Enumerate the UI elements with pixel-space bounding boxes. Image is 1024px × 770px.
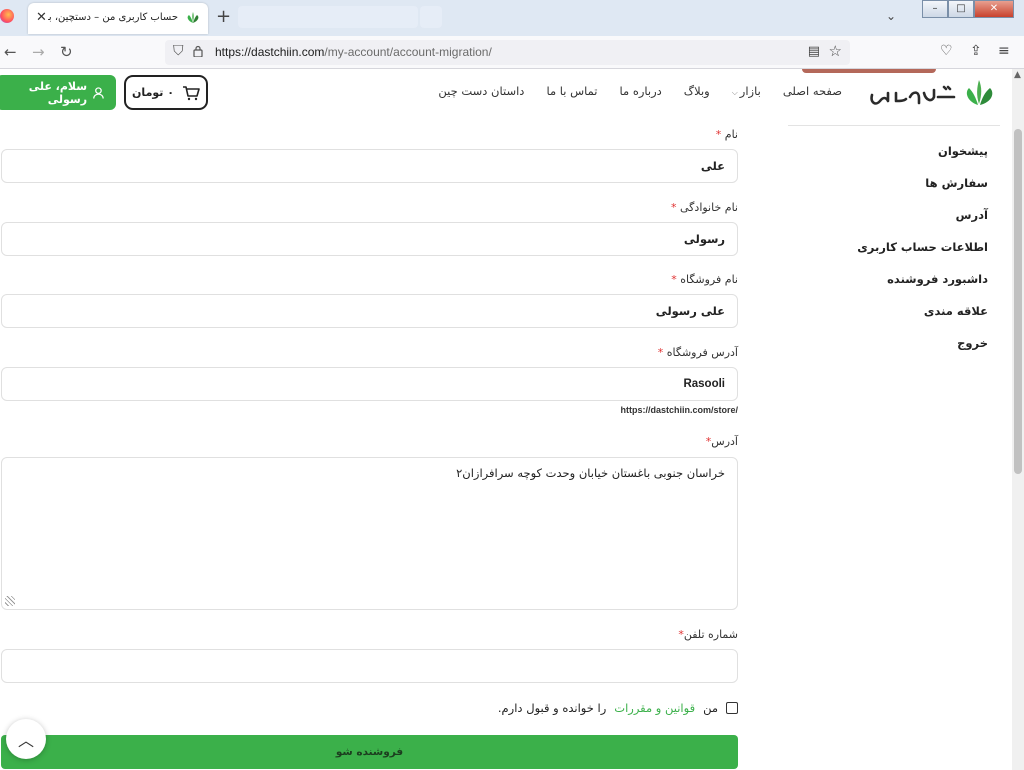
terms-suffix: را خوانده و قبول دارم. bbox=[497, 701, 607, 715]
firefox-icon bbox=[0, 9, 14, 23]
sidebar-item-address[interactable]: آدرس bbox=[788, 208, 1000, 240]
sidebar-divider bbox=[788, 125, 1000, 126]
browser-tab-active[interactable]: ✕ حساب کاربری من – دستچین، بازار bbox=[28, 3, 208, 34]
chevron-down-icon: ⌵ bbox=[731, 88, 738, 97]
first-name-label: نام * bbox=[715, 128, 738, 141]
menu-item-contact[interactable]: تماس با ما bbox=[546, 84, 597, 98]
last-name-label: نام خانوادگی * bbox=[671, 201, 738, 214]
pocket-icon[interactable]: ♡ bbox=[940, 43, 953, 59]
main-menu: صفحه اصلی بازار⌵ وبلاگ درباره ما تماس با… bbox=[438, 84, 842, 98]
bookmark-star-icon[interactable]: ☆ bbox=[829, 42, 842, 60]
first-name-input[interactable]: علی bbox=[1, 149, 738, 183]
background-tab[interactable] bbox=[238, 6, 418, 28]
minimize-icon[interactable]: – bbox=[922, 0, 948, 18]
phone-label: شماره تلفن* bbox=[678, 628, 738, 641]
shop-name-input[interactable]: علی رسولی bbox=[1, 294, 738, 328]
share-icon[interactable]: ⇪ bbox=[970, 43, 982, 59]
new-tab-button[interactable]: + bbox=[216, 6, 231, 27]
address-text: خراسان جنوبی باغستان خیابان وحدت کوچه سر… bbox=[456, 466, 725, 480]
close-tab-icon[interactable]: ✕ bbox=[36, 10, 47, 25]
background-tab[interactable] bbox=[420, 6, 442, 28]
menu-item-blog[interactable]: وبلاگ bbox=[684, 84, 710, 98]
forward-arrow-icon[interactable]: → bbox=[32, 43, 45, 61]
site-logo[interactable] bbox=[866, 75, 996, 113]
cart-icon bbox=[182, 85, 200, 100]
terms-prefix: من bbox=[703, 701, 718, 715]
window-controls: – □ ✕ bbox=[922, 0, 1014, 18]
site-favicon-icon bbox=[187, 12, 199, 23]
browser-nav-bar: ← → ↻ ⛉ https://dastchiin.com/my-account… bbox=[0, 36, 1024, 69]
sidebar-item-vendor-dashboard[interactable]: داشبورد فروشنده bbox=[788, 272, 1000, 304]
address-textarea[interactable]: خراسان جنوبی باغستان خیابان وحدت کوچه سر… bbox=[1, 457, 738, 610]
account-label: سلام، علی رسولی bbox=[28, 79, 88, 106]
web-page: سلام، علی رسولی ۰ تومان صفحه اصلی بازار⌵… bbox=[0, 69, 1012, 770]
menu-item-story[interactable]: داستان دست چین bbox=[438, 84, 524, 98]
page-scrollbar[interactable]: ▲ bbox=[1012, 69, 1024, 770]
sidebar-item-logout[interactable]: خروج bbox=[788, 336, 1000, 368]
app-menu-icon[interactable]: ≡ bbox=[998, 43, 1010, 59]
terms-row: من قوانین و مقررات را خوانده و قبول دارم… bbox=[498, 701, 738, 715]
become-vendor-button[interactable]: فروشنده شو bbox=[1, 735, 738, 769]
leaf-icon bbox=[966, 80, 993, 105]
terms-checkbox[interactable] bbox=[726, 702, 738, 714]
cart-button[interactable]: ۰ تومان bbox=[124, 75, 208, 110]
shop-url-hint: https://dastchiin.com/store/ bbox=[620, 405, 738, 415]
header-accent-tab bbox=[802, 69, 936, 73]
reader-view-icon[interactable]: ▤ bbox=[808, 44, 820, 59]
account-button[interactable]: سلام، علی رسولی bbox=[0, 75, 116, 110]
browser-tab-bar: ✕ حساب کاربری من – دستچین، بازار + ⌄ – □… bbox=[0, 0, 1024, 36]
menu-item-home[interactable]: صفحه اصلی bbox=[783, 84, 842, 98]
scrollbar-thumb[interactable] bbox=[1014, 129, 1022, 474]
address-bar[interactable]: ⛉ https://dastchiin.com/my-account/accou… bbox=[165, 40, 850, 65]
maximize-icon[interactable]: □ bbox=[948, 0, 974, 18]
menu-item-label: بازار bbox=[739, 84, 761, 98]
tab-list-chevron-icon[interactable]: ⌄ bbox=[886, 9, 896, 23]
shop-url-label: آدرس فروشگاه * bbox=[657, 346, 738, 359]
url-text[interactable]: https://dastchiin.com/my-account/account… bbox=[215, 45, 492, 59]
address-label: آدرس* bbox=[705, 435, 738, 448]
tab-title: حساب کاربری من – دستچین، بازار bbox=[48, 12, 178, 23]
cart-total: ۰ تومان bbox=[132, 86, 174, 99]
terms-link[interactable]: قوانین و مقررات bbox=[614, 701, 695, 715]
scroll-up-icon[interactable]: ▲ bbox=[1014, 70, 1021, 80]
scroll-to-top-button[interactable]: ︿ bbox=[6, 719, 46, 759]
close-window-icon[interactable]: ✕ bbox=[974, 0, 1014, 18]
tracking-shield-icon[interactable]: ⛉ bbox=[173, 43, 184, 59]
reload-icon[interactable]: ↻ bbox=[60, 43, 73, 61]
sidebar-item-account-details[interactable]: اطلاعات حساب کاربری bbox=[788, 240, 1000, 272]
lock-icon[interactable] bbox=[193, 45, 203, 57]
resize-handle[interactable] bbox=[5, 596, 15, 606]
sidebar-item-dashboard[interactable]: پیشخوان bbox=[788, 144, 1000, 176]
phone-input[interactable] bbox=[1, 649, 738, 683]
chevron-up-icon: ︿ bbox=[17, 731, 34, 750]
shop-name-label: نام فروشگاه * bbox=[671, 273, 738, 286]
user-icon bbox=[93, 86, 104, 99]
sidebar-item-orders[interactable]: سفارش ها bbox=[788, 176, 1000, 208]
menu-item-about[interactable]: درباره ما bbox=[620, 84, 662, 98]
back-arrow-icon[interactable]: ← bbox=[4, 43, 17, 61]
sidebar-item-wishlist[interactable]: علاقه مندی bbox=[788, 304, 1000, 336]
shop-url-input[interactable]: Rasooli bbox=[1, 367, 738, 401]
account-sidebar: پیشخوان سفارش ها آدرس اطلاعات حساب کاربر… bbox=[788, 125, 1000, 368]
last-name-input[interactable]: رسولی bbox=[1, 222, 738, 256]
menu-item-market[interactable]: بازار⌵ bbox=[732, 84, 761, 98]
site-header: سلام، علی رسولی ۰ تومان صفحه اصلی بازار⌵… bbox=[0, 69, 1012, 119]
